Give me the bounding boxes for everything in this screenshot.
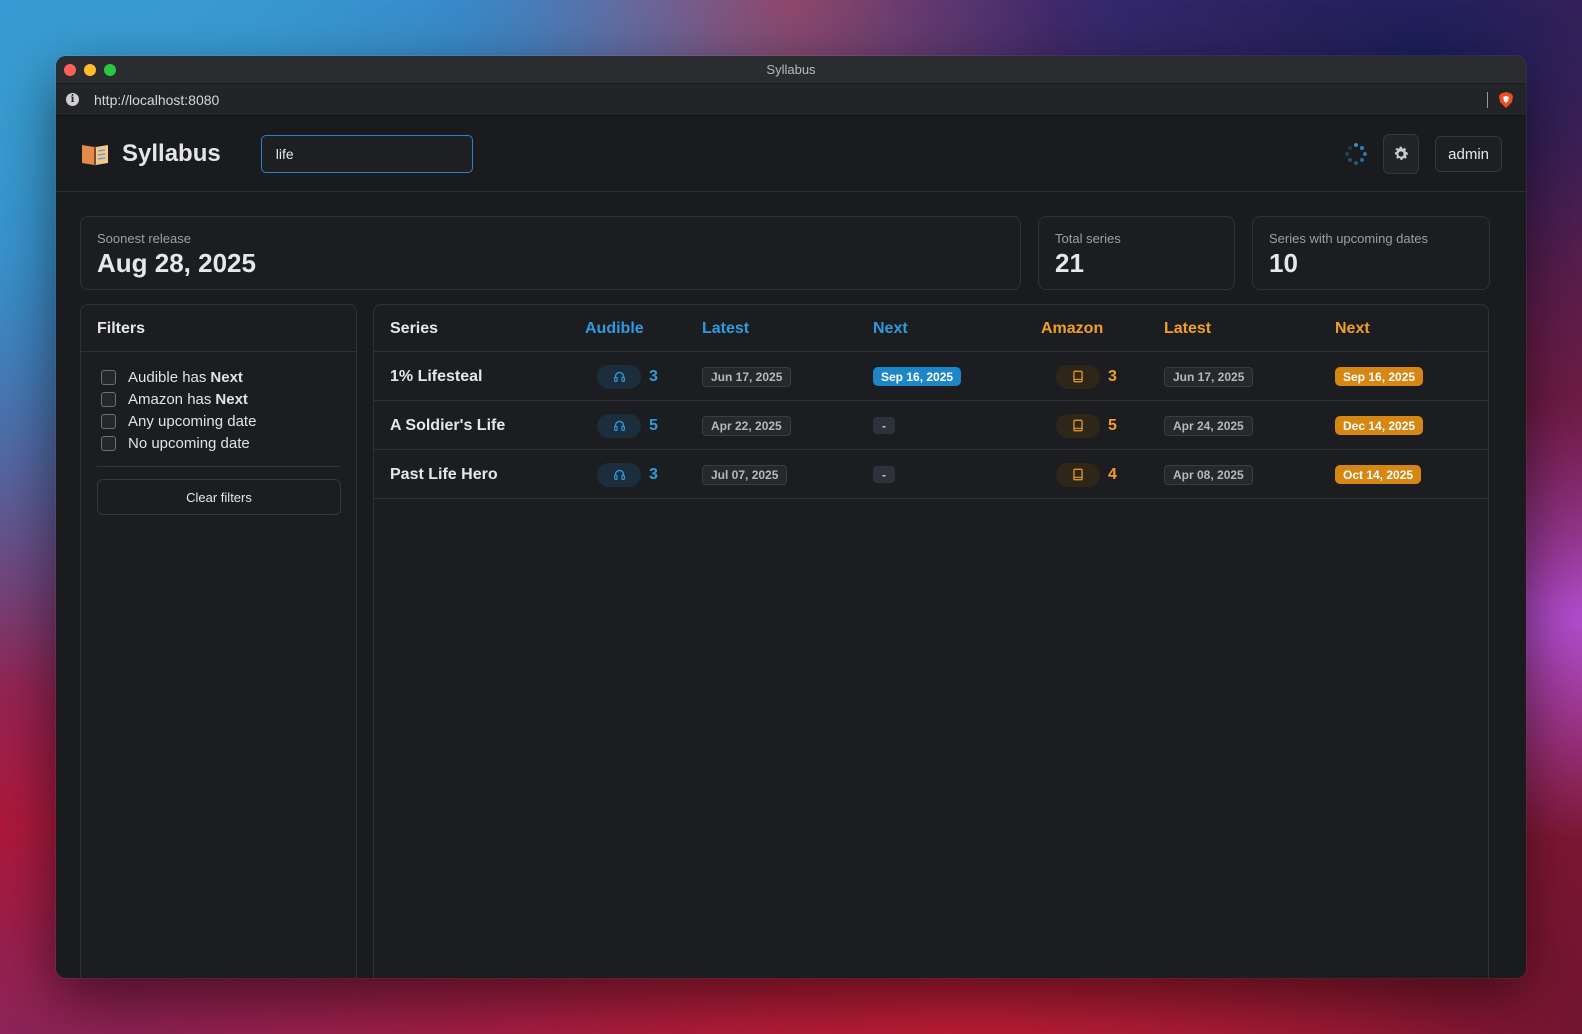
url-text[interactable]: http://localhost:8080	[94, 92, 219, 108]
series-name[interactable]: A Soldier's Life	[390, 417, 505, 435]
window-title: Syllabus	[766, 62, 816, 77]
checkbox[interactable]	[101, 413, 116, 429]
address-bar[interactable]: i http://localhost:8080	[56, 84, 1526, 116]
amazon-count[interactable]: 4	[1056, 450, 1117, 499]
close-window-button[interactable]	[64, 64, 76, 76]
column-header-amazon[interactable]: Amazon	[1041, 305, 1103, 352]
filter-label: Any upcoming date	[128, 412, 257, 430]
column-header-audible[interactable]: Audible	[585, 305, 644, 352]
table-row[interactable]: 1% Lifesteal 3 Jun 17, 2025 Sep 16, 2025…	[374, 352, 1488, 401]
table-row[interactable]: A Soldier's Life 5 Apr 22, 2025 - 5 Apr …	[374, 401, 1488, 450]
stat-value: Aug 28, 2025	[97, 248, 256, 278]
table-row[interactable]: Past Life Hero 3 Jul 07, 2025 - 4 Apr 08…	[374, 450, 1488, 499]
amazon-latest-date: Apr 24, 2025	[1164, 415, 1253, 436]
gear-icon	[1395, 146, 1409, 160]
headphones-icon	[597, 462, 641, 487]
book-icon	[1056, 462, 1100, 487]
filter-label-emphasis: Next	[215, 390, 248, 408]
open-book-icon	[82, 144, 108, 166]
column-header-amazon-latest[interactable]: Latest	[1164, 305, 1211, 352]
brave-shield-icon[interactable]	[1498, 91, 1514, 109]
app-root: Syllabus admin	[56, 116, 1526, 978]
amazon-next-date: Sep 16, 2025	[1335, 367, 1424, 386]
window-controls	[64, 64, 116, 76]
stat-value: 10	[1269, 248, 1298, 278]
filter-list: Audible has Next Amazon has Next Any upc…	[81, 352, 356, 454]
stat-label: Series with upcoming dates	[1269, 231, 1428, 246]
stats-row: Soonest release Aug 28, 2025 Total serie…	[80, 216, 1502, 290]
site-info-icon[interactable]: i	[66, 93, 79, 106]
headphones-icon	[597, 413, 641, 438]
user-menu-button[interactable]: admin	[1435, 136, 1502, 172]
stat-label: Total series	[1055, 231, 1121, 246]
settings-button[interactable]	[1383, 134, 1420, 174]
maximize-window-button[interactable]	[104, 64, 116, 76]
stat-value: 21	[1055, 248, 1084, 278]
minimize-window-button[interactable]	[84, 64, 96, 76]
count-value: 3	[649, 465, 658, 483]
audible-next-date: -	[873, 417, 895, 434]
amazon-next-date: Dec 14, 2025	[1335, 416, 1424, 435]
amazon-latest-date: Apr 08, 2025	[1164, 464, 1253, 485]
search-input[interactable]	[260, 134, 473, 173]
amazon-count[interactable]: 5	[1056, 401, 1117, 450]
total-series-card: Total series 21	[1038, 216, 1235, 290]
checkbox[interactable]	[101, 391, 116, 407]
column-header-series[interactable]: Series	[390, 305, 438, 352]
audible-next-date: Sep 16, 2025	[873, 367, 962, 386]
browser-window: Syllabus i http://localhost:8080 Syllabu…	[56, 56, 1526, 978]
series-name[interactable]: 1% Lifesteal	[390, 368, 482, 386]
divider	[97, 466, 340, 467]
amazon-count[interactable]: 3	[1056, 352, 1117, 401]
filter-audible-has-next[interactable]: Audible has Next	[101, 366, 340, 388]
table-header: Series Audible Latest Next Amazon Latest…	[374, 305, 1488, 352]
amazon-next-date: Oct 14, 2025	[1335, 465, 1422, 484]
filter-label: Audible has	[128, 368, 207, 386]
upcoming-series-card: Series with upcoming dates 10	[1252, 216, 1490, 290]
soonest-release-card: Soonest release Aug 28, 2025	[80, 216, 1021, 290]
count-value: 5	[1108, 416, 1117, 434]
count-value: 3	[1108, 367, 1117, 385]
amazon-latest-date: Jun 17, 2025	[1164, 366, 1254, 387]
filters-panel: Filters Audible has Next Amazon has Next…	[80, 304, 357, 978]
filter-no-upcoming-date[interactable]: No upcoming date	[101, 432, 340, 454]
audible-latest-date: Apr 22, 2025	[702, 415, 791, 436]
filter-label: No upcoming date	[128, 434, 250, 452]
column-header-audible-next[interactable]: Next	[873, 305, 908, 352]
series-name[interactable]: Past Life Hero	[390, 466, 498, 484]
audible-count[interactable]: 5	[597, 401, 658, 450]
audible-latest-date: Jul 07, 2025	[702, 464, 788, 485]
clear-filters-button[interactable]: Clear filters	[97, 479, 341, 515]
audible-count[interactable]: 3	[597, 352, 658, 401]
filters-title: Filters	[81, 305, 356, 352]
audible-count[interactable]: 3	[597, 450, 658, 499]
count-value: 5	[649, 416, 658, 434]
column-header-amazon-next[interactable]: Next	[1335, 305, 1370, 352]
count-value: 4	[1108, 465, 1117, 483]
checkbox[interactable]	[101, 435, 116, 451]
filter-amazon-has-next[interactable]: Amazon has Next	[101, 388, 340, 410]
title-bar: Syllabus	[56, 56, 1526, 84]
headphones-icon	[597, 364, 641, 389]
checkbox[interactable]	[101, 369, 116, 385]
column-header-audible-latest[interactable]: Latest	[702, 305, 749, 352]
book-icon	[1056, 413, 1100, 438]
address-bar-divider	[1487, 92, 1488, 108]
series-table: Series Audible Latest Next Amazon Latest…	[373, 304, 1489, 978]
count-value: 3	[649, 367, 658, 385]
stat-label: Soonest release	[97, 231, 191, 246]
app-brand[interactable]: Syllabus	[122, 140, 221, 168]
app-header: Syllabus admin	[56, 116, 1526, 192]
filter-any-upcoming-date[interactable]: Any upcoming date	[101, 410, 340, 432]
spinner-icon	[1345, 143, 1368, 165]
book-icon	[1056, 364, 1100, 389]
audible-next-date: -	[873, 466, 895, 483]
filter-label-emphasis: Next	[210, 368, 243, 386]
filter-label: Amazon has	[128, 390, 212, 408]
audible-latest-date: Jun 17, 2025	[702, 366, 792, 387]
